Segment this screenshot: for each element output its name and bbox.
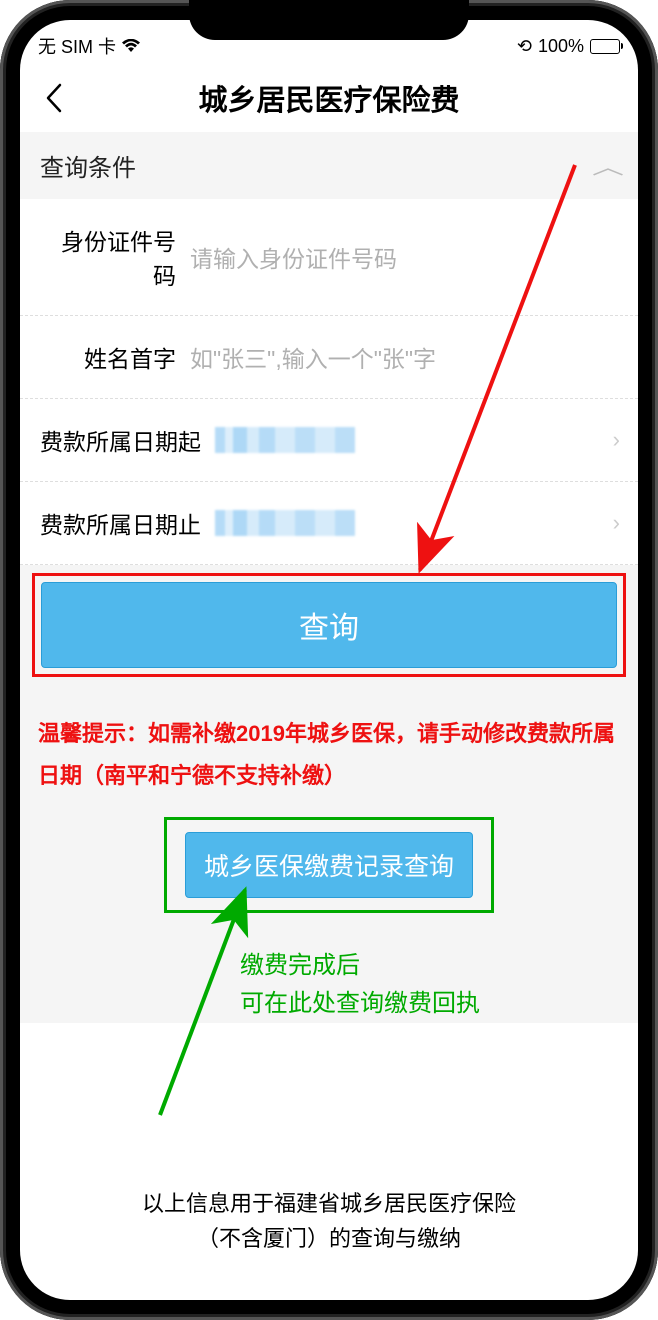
phone-frame: 无 SIM 卡 ⟲ 100% 城乡居民医疗保险费 查询条件 ︿ [0, 0, 658, 1320]
section-title: 查询条件 [40, 148, 136, 183]
back-button[interactable] [34, 78, 74, 118]
record-query-button[interactable]: 城乡医保缴费记录查询 [185, 832, 473, 898]
page-title: 城乡居民医疗保险费 [20, 77, 638, 119]
screen: 无 SIM 卡 ⟲ 100% 城乡居民医疗保险费 查询条件 ︿ [20, 20, 638, 1300]
status-right: ⟲ 100% [517, 36, 620, 57]
chevron-right-icon: › [613, 510, 620, 536]
date-to-value[interactable] [215, 510, 355, 536]
footer-line2: （不含厦门）的查询与缴纳 [50, 1221, 608, 1256]
name-label: 姓名首字 [40, 340, 190, 374]
id-label: 身份证件号码 [40, 223, 190, 291]
carrier-label: 无 SIM 卡 [38, 37, 116, 57]
annotation-green-note: 缴费完成后 可在此处查询缴费回执 [20, 921, 638, 1024]
warning-tip: 温馨提示：如需补缴2019年城乡医保，请手动修改费款所属日期（南平和宁德不支持补… [20, 685, 638, 813]
battery-percent: 100% [538, 36, 584, 57]
query-button[interactable]: 查询 [41, 582, 617, 668]
id-row[interactable]: 身份证件号码 请输入身份证件号码 [20, 199, 638, 315]
date-to-label: 费款所属日期止 [40, 506, 215, 540]
id-input[interactable]: 请输入身份证件号码 [190, 240, 618, 274]
date-from-row[interactable]: 费款所属日期起 › [20, 398, 638, 481]
date-to-row[interactable]: 费款所属日期止 › [20, 481, 638, 564]
chevron-up-icon: ︿ [592, 151, 624, 180]
annotation-green-box: 城乡医保缴费记录查询 [164, 817, 494, 913]
annotation-red-box: 查询 [32, 573, 626, 677]
carrier-text: 无 SIM 卡 [38, 33, 141, 59]
record-button-wrap: 城乡医保缴费记录查询 [20, 813, 638, 921]
footer-line1: 以上信息用于福建省城乡居民医疗保险 [50, 1186, 608, 1221]
footer-note: 以上信息用于福建省城乡居民医疗保险 （不含厦门）的查询与缴纳 [20, 1186, 638, 1256]
battery-icon [590, 39, 620, 54]
name-input[interactable]: 如"张三",输入一个"张"字 [190, 340, 618, 374]
nav-bar: 城乡居民医疗保险费 [20, 64, 638, 132]
notch [189, 0, 469, 40]
name-row[interactable]: 姓名首字 如"张三",输入一个"张"字 [20, 315, 638, 398]
chevron-right-icon: › [613, 427, 620, 453]
lock-icon: ⟲ [517, 36, 532, 57]
green-note-line1: 缴费完成后 [240, 947, 638, 985]
wifi-icon [121, 37, 141, 57]
query-button-wrap: 查询 [20, 565, 638, 685]
query-form: 身份证件号码 请输入身份证件号码 姓名首字 如"张三",输入一个"张"字 费款所… [20, 199, 638, 565]
date-from-label: 费款所属日期起 [40, 423, 215, 457]
content: 查询条件 ︿ 身份证件号码 请输入身份证件号码 姓名首字 如"张三",输入一个"… [20, 132, 638, 1023]
date-from-value[interactable] [215, 427, 355, 453]
section-header[interactable]: 查询条件 ︿ [20, 132, 638, 199]
green-note-line2: 可在此处查询缴费回执 [240, 985, 638, 1023]
